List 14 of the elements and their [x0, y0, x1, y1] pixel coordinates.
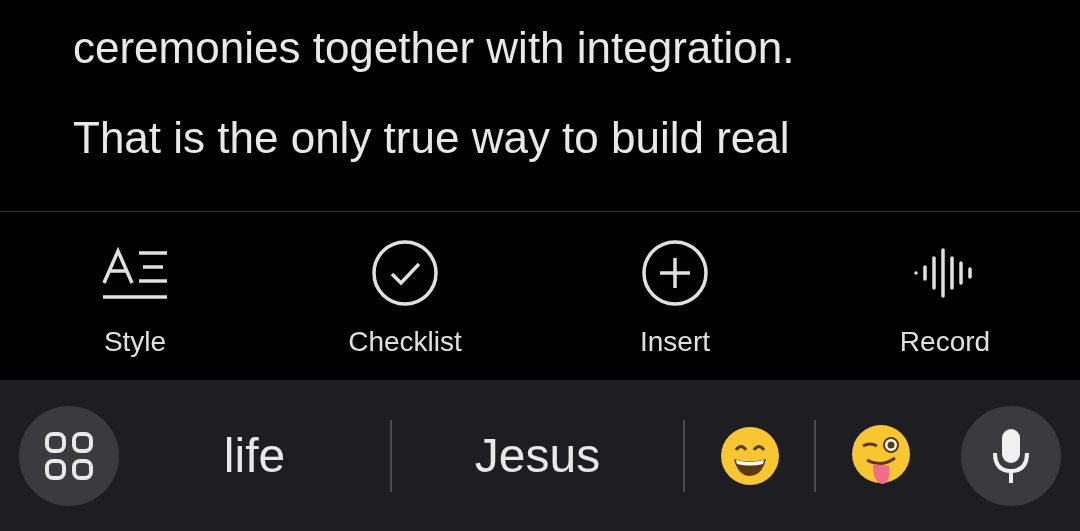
note-text-line: ceremonies together with integration. [73, 22, 796, 74]
style-icon [101, 245, 169, 301]
note-text-line: That is the only true way to build real [73, 112, 791, 164]
style-button[interactable]: Style [0, 212, 270, 380]
record-button[interactable]: Record [810, 212, 1080, 380]
suggestion-chip[interactable]: Jesus [392, 405, 683, 506]
microphone-icon [991, 426, 1031, 485]
plus-circle-icon [642, 240, 708, 306]
checklist-button[interactable]: Checklist [270, 212, 540, 380]
suggestion-chip[interactable]: life [119, 405, 390, 506]
insert-button[interactable]: Insert [540, 212, 810, 380]
grid-icon [44, 430, 94, 481]
checkmark-circle-icon [372, 240, 438, 306]
grinning-face-icon [719, 425, 780, 486]
